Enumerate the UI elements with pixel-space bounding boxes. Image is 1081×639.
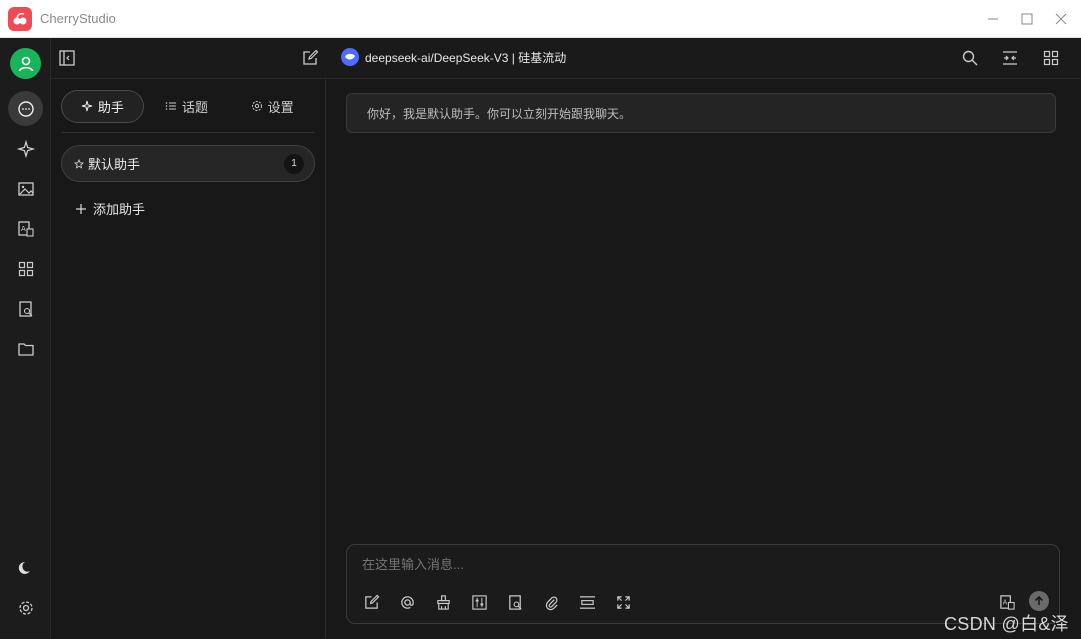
fullscreen-tool[interactable] <box>613 592 633 612</box>
panel-divider <box>61 132 315 133</box>
rail-chat-button[interactable] <box>8 91 43 126</box>
folder-icon <box>17 342 34 356</box>
cherry-logo-icon <box>8 7 32 31</box>
arrow-up-icon <box>1034 595 1044 605</box>
app-title: CherryStudio <box>40 11 116 26</box>
watermark: CSDN @白&泽 <box>944 614 1069 634</box>
rail-image-button[interactable] <box>8 171 43 206</box>
new-topic-button[interactable] <box>298 46 322 70</box>
layout-button[interactable] <box>1039 46 1063 70</box>
rail-knowledge-button[interactable] <box>8 291 43 326</box>
minimize-button[interactable] <box>983 9 1003 29</box>
knowledge-icon <box>508 594 522 610</box>
rail-files-button[interactable] <box>8 331 43 366</box>
translate-icon: A <box>17 220 34 237</box>
tab-topics[interactable]: 话题 <box>144 90 230 123</box>
edit-icon <box>303 49 319 65</box>
apps-icon <box>18 261 33 276</box>
sparkle-icon <box>81 100 92 112</box>
knowledge-icon <box>18 300 32 317</box>
rail-translate-button[interactable]: A <box>8 211 43 246</box>
edit-icon <box>364 594 379 609</box>
assistants-panel: 助手 话题 设置 默认助手 1 添加助手 <box>51 79 326 639</box>
model-selector[interactable]: deepseek-ai/DeepSeek-V3 | 硅基流动 <box>341 48 566 66</box>
star-icon <box>74 158 84 169</box>
moon-icon <box>18 561 30 574</box>
assistant-item-default[interactable]: 默认助手 1 <box>61 145 315 182</box>
rail-apps-button[interactable] <box>8 251 43 286</box>
tab-label: 设置 <box>267 99 294 115</box>
settings-adjust-tool[interactable] <box>469 592 489 612</box>
layout-mode-tool[interactable] <box>577 592 597 612</box>
at-icon <box>400 595 414 609</box>
tab-settings[interactable]: 设置 <box>229 90 315 123</box>
chat-icon <box>17 100 34 117</box>
tab-label: 助手 <box>97 99 124 115</box>
send-button[interactable] <box>1029 591 1049 611</box>
sidebar-toggle-icon <box>59 50 75 66</box>
rail-agents-button[interactable] <box>8 131 43 166</box>
attach-file-tool[interactable] <box>541 592 561 612</box>
message-input[interactable] <box>362 557 962 572</box>
new-topic-tool[interactable] <box>361 592 381 612</box>
plus-icon <box>76 203 86 214</box>
translate-icon: A <box>999 594 1015 610</box>
grid-icon <box>1043 50 1059 66</box>
expand-icon <box>616 595 630 609</box>
gear-icon <box>251 101 262 111</box>
translate-tool[interactable]: A <box>997 592 1017 612</box>
maximize-button[interactable] <box>1017 9 1037 29</box>
knowledge-base-tool[interactable] <box>505 592 525 612</box>
model-name: deepseek-ai/DeepSeek-V3 | 硅基流动 <box>365 50 567 65</box>
broom-icon <box>436 594 450 610</box>
tab-assistants[interactable]: 助手 <box>61 89 144 123</box>
search-button[interactable] <box>958 46 982 70</box>
list-icon <box>165 102 176 110</box>
sliders-icon <box>471 594 487 610</box>
chat-area: 你好，我是默认助手。你可以立刻开始跟我聊天。 在这里输入消息... A <box>326 79 1081 639</box>
add-assistant-label: 添加助手 <box>93 202 146 217</box>
user-avatar[interactable] <box>10 48 41 79</box>
svg-text:A: A <box>21 225 26 233</box>
topic-count-badge: 1 <box>284 153 304 174</box>
app-window: A deepseek-ai/DeepSeek-V3 | 硅基流动 助手 话题 设… <box>0 38 1081 639</box>
narrow-mode-button[interactable] <box>998 46 1022 70</box>
rail-theme-button[interactable] <box>8 550 43 585</box>
top-bar: deepseek-ai/DeepSeek-V3 | 硅基流动 <box>51 38 1081 79</box>
tab-label: 话题 <box>182 99 209 115</box>
close-button[interactable] <box>1051 9 1071 29</box>
narrow-mode-icon <box>1003 51 1017 65</box>
gear-icon <box>18 600 33 615</box>
mention-model-tool[interactable] <box>397 592 417 612</box>
panel-tabs: 助手 话题 设置 <box>61 89 315 123</box>
sidebar-toggle-button[interactable] <box>55 46 79 70</box>
nav-rail: A <box>0 38 51 639</box>
assistant-name: 默认助手 <box>88 157 141 172</box>
rail-settings-button[interactable] <box>8 590 43 625</box>
welcome-message: 你好，我是默认助手。你可以立刻开始跟我聊天。 <box>346 93 1056 133</box>
welcome-text: 你好，我是默认助手。你可以立刻开始跟我聊天。 <box>367 106 632 121</box>
svg-text:A: A <box>1002 598 1007 606</box>
add-assistant-button[interactable]: 添加助手 <box>75 199 145 218</box>
expand-width-icon <box>579 595 595 609</box>
sparkle-icon <box>16 139 35 158</box>
deepseek-logo-icon <box>341 48 359 66</box>
paperclip-icon <box>545 596 558 610</box>
clear-context-tool[interactable] <box>433 592 453 612</box>
image-icon <box>17 181 34 196</box>
search-icon <box>962 50 978 66</box>
window-titlebar: CherryStudio <box>0 0 1081 38</box>
